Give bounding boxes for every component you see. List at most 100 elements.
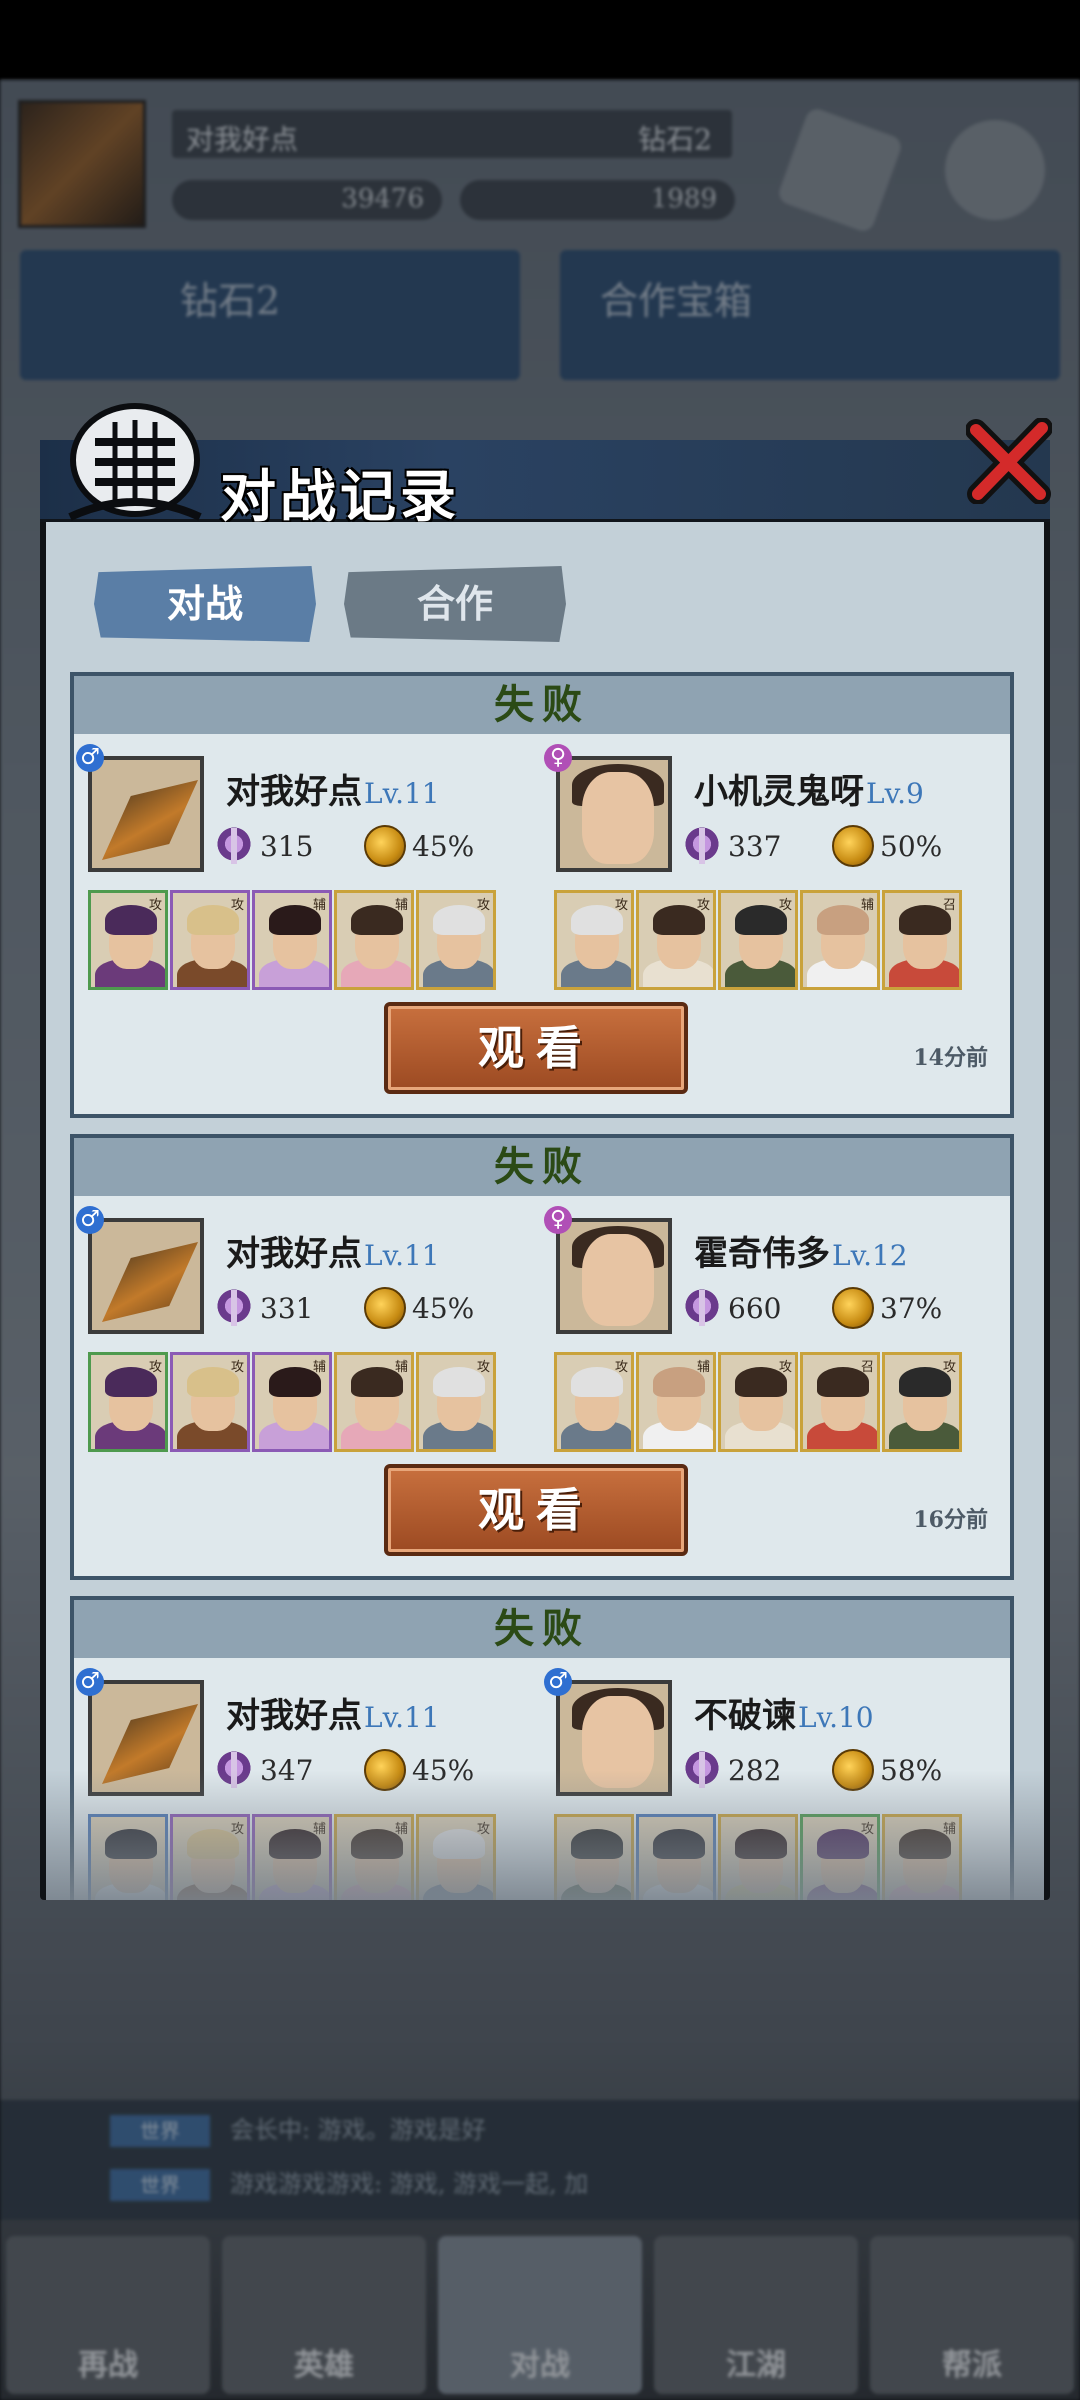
player-portrait	[88, 1218, 204, 1334]
hero-card[interactable]: 辅	[252, 890, 332, 990]
player-name: 霍奇伟多Lv.12	[694, 1226, 908, 1275]
hero-lineup: 攻辅攻召攻	[554, 1352, 964, 1452]
male-icon: ♂	[76, 744, 104, 772]
portrait-face	[582, 772, 654, 864]
scroll-fade	[46, 1770, 1044, 1900]
sword-rank-icon	[214, 826, 254, 866]
coin-icon	[832, 1287, 874, 1329]
player-level: Lv.10	[798, 1701, 874, 1734]
hero-role-label: 辅	[312, 1360, 326, 1375]
player-level: Lv.11	[364, 777, 440, 810]
male-icon: ♂	[544, 1668, 572, 1696]
record-time: 14分前	[913, 1045, 988, 1071]
hero-card[interactable]: 攻	[416, 1352, 496, 1452]
player-self: ♂ 对我好点Lv.11 315 45%	[76, 744, 548, 886]
dialog-title: 对战记录	[220, 464, 460, 530]
hero-role-label: 攻	[476, 898, 490, 913]
hero-card[interactable]: 攻	[170, 1352, 250, 1452]
winrate-value: 37%	[880, 1291, 943, 1325]
result-label: 失败	[494, 1605, 590, 1652]
hero-role-label: 攻	[148, 898, 162, 913]
power-value: 315	[260, 829, 314, 863]
hero-card[interactable]: 辅	[334, 1352, 414, 1452]
watch-replay-button[interactable]: 观看	[384, 1002, 688, 1094]
coin-icon	[832, 825, 874, 867]
player-name: 对我好点Lv.11	[226, 764, 440, 813]
male-icon: ♂	[76, 1668, 104, 1696]
hero-card[interactable]: 攻	[718, 1352, 798, 1452]
weapon-portrait	[102, 780, 198, 860]
winrate-value: 45%	[412, 829, 475, 863]
hero-card[interactable]: 攻	[718, 890, 798, 990]
player-level: Lv.11	[364, 1701, 440, 1734]
hero-role-label: 攻	[230, 898, 244, 913]
power-value: 660	[728, 1291, 782, 1325]
power-stat: 660	[682, 1288, 781, 1328]
sword-rank-icon	[682, 826, 722, 866]
player-name-text: 不破谏	[694, 1696, 796, 1736]
result-label: 失败	[494, 681, 590, 728]
hero-role-label: 攻	[230, 1360, 244, 1375]
record-time: 16分前	[913, 1507, 988, 1533]
weapon-portrait	[102, 1242, 198, 1322]
hero-card[interactable]: 攻	[882, 1352, 962, 1452]
tab-coop[interactable]: 合作	[344, 566, 566, 642]
fist-emblem-icon	[68, 403, 202, 521]
player-name: 对我好点Lv.11	[226, 1226, 440, 1275]
close-icon[interactable]	[966, 418, 1052, 504]
player-name-text: 小机灵鬼呀	[694, 772, 864, 812]
coin-icon	[364, 1287, 406, 1329]
hero-lineup: 攻 攻 攻 辅召	[554, 890, 964, 990]
hero-card[interactable]: 辅	[334, 890, 414, 990]
tab-battle[interactable]: 对战	[94, 566, 316, 642]
winrate-stat: 37%	[832, 1287, 943, 1329]
dialog-body: 对战 合作 失败 ♂ 对我好点Lv.11 315 45% 攻攻辅辅攻 ♀ 小机灵鬼呀Lv.9 3…	[46, 522, 1044, 1900]
player-name: 对我好点Lv.11	[226, 1688, 440, 1737]
male-icon: ♂	[76, 1206, 104, 1234]
hero-card[interactable]: 攻	[554, 1352, 634, 1452]
hero-card[interactable]: 召	[882, 890, 962, 990]
hero-card[interactable]: 辅	[252, 1352, 332, 1452]
female-icon: ♀	[544, 1206, 572, 1234]
result-band: 失败	[74, 676, 1010, 734]
hero-card[interactable]: 攻	[170, 890, 250, 990]
power-stat: 331	[214, 1288, 313, 1328]
player-level: Lv.9	[866, 777, 924, 810]
battle-record-card: 失败 ♂ 对我好点Lv.11 315 45% 攻 攻 辅 辅 攻 ♀ 小机灵鬼呀Lv.9 337 50% 攻…	[70, 672, 1014, 1118]
player-name: 小机灵鬼呀Lv.9	[694, 764, 924, 813]
sword-rank-icon	[214, 1288, 254, 1328]
power-value: 331	[260, 1291, 314, 1325]
battle-record-card: 失败 ♂ 对我好点Lv.11 331 45% 攻 攻 辅 辅 攻 ♀ 霍奇伟多Lv.12 660 37% 攻…	[70, 1134, 1014, 1580]
hero-role-label: 攻	[476, 1360, 490, 1375]
sword-rank-icon	[682, 1288, 722, 1328]
hero-role-label: 攻	[696, 898, 710, 913]
battle-record-dialog: 对战记录 对战 合作 失败 ♂ 对我好点Lv.11 315 45% 攻攻辅辅攻 ♀ 小机灵鬼呀…	[40, 403, 1052, 1900]
hero-card[interactable]: 攻	[554, 890, 634, 990]
hero-card[interactable]: 攻	[416, 890, 496, 990]
hero-card[interactable]: 攻	[636, 890, 716, 990]
result-label: 失败	[494, 1143, 590, 1190]
winrate-value: 45%	[412, 1291, 475, 1325]
player-portrait	[88, 756, 204, 872]
hero-card[interactable]: 辅	[636, 1352, 716, 1452]
player-level: Lv.12	[832, 1239, 908, 1272]
hero-card[interactable]: 攻	[88, 1352, 168, 1452]
hero-role-label: 攻	[148, 1360, 162, 1375]
power-value: 337	[728, 829, 782, 863]
hero-card[interactable]: 召	[800, 1352, 880, 1452]
player-level: Lv.11	[364, 1239, 440, 1272]
hero-role-label: 攻	[614, 1360, 628, 1375]
hero-card[interactable]: 辅	[800, 890, 880, 990]
watch-replay-button[interactable]: 观看	[384, 1464, 688, 1556]
player-opponent: ♀ 小机灵鬼呀Lv.9 337 50%	[544, 744, 1016, 886]
winrate-stat: 45%	[364, 825, 475, 867]
player-name-text: 对我好点	[226, 1696, 362, 1736]
hero-role-label: 辅	[860, 898, 874, 913]
female-icon: ♀	[544, 744, 572, 772]
hero-role-label: 攻	[778, 898, 792, 913]
power-stat: 337	[682, 826, 781, 866]
hero-lineup: 攻攻辅辅攻	[88, 890, 498, 990]
hero-card[interactable]: 攻	[88, 890, 168, 990]
hero-role-label: 辅	[394, 898, 408, 913]
winrate-value: 50%	[880, 829, 943, 863]
